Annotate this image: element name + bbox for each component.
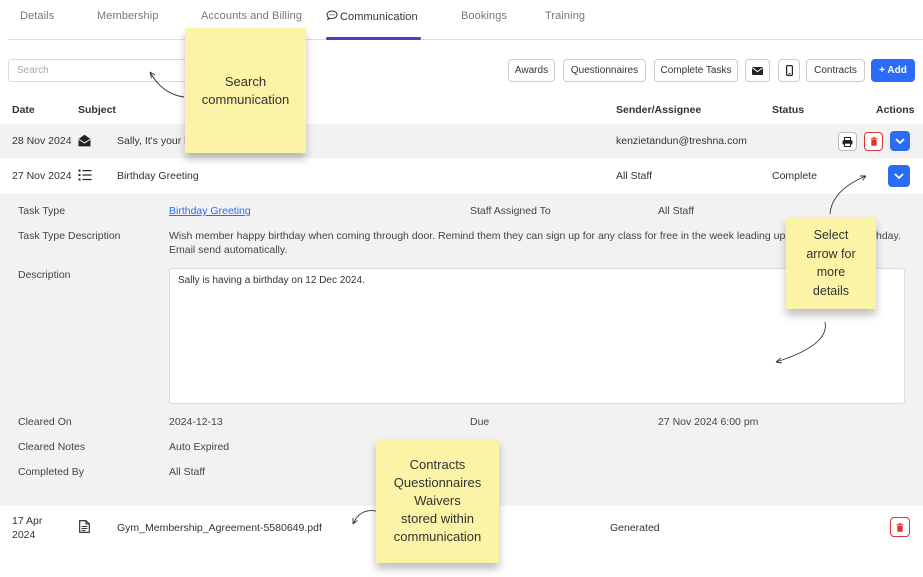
annotation-arrows [149, 71, 867, 525]
